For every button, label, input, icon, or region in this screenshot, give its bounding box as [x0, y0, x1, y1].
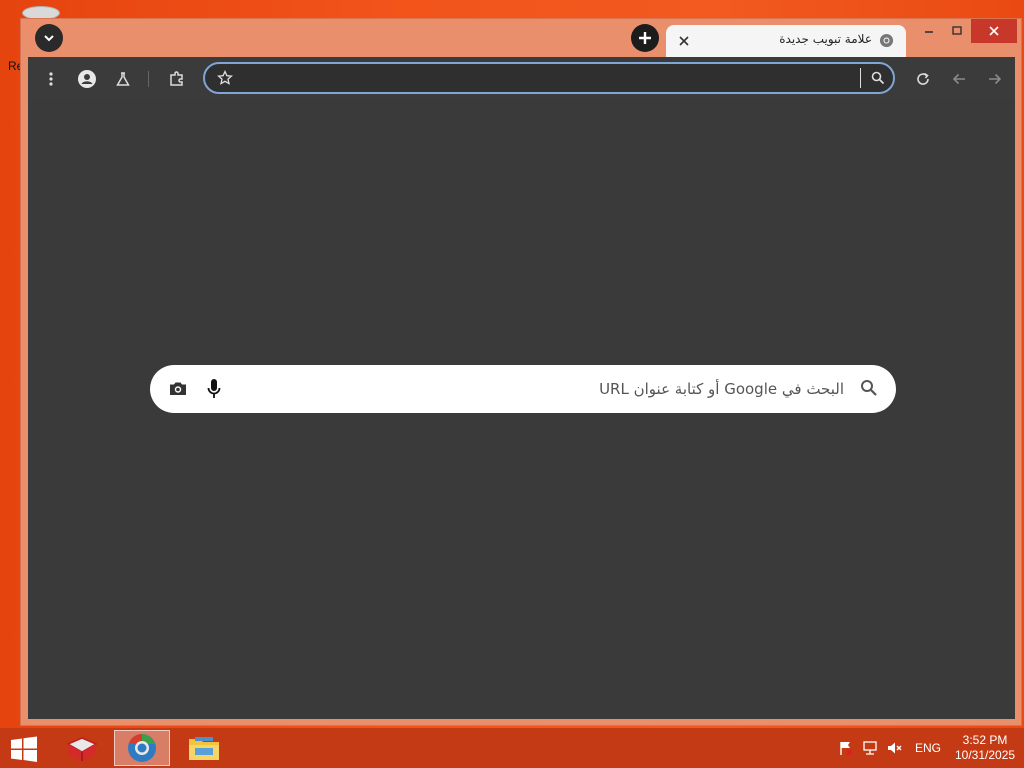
tab-close-button[interactable] [676, 33, 692, 49]
app-icon [66, 737, 98, 761]
text-caret [860, 68, 861, 88]
action-center-flag-icon[interactable] [838, 740, 854, 756]
tab-title: علامة تبويب جديدة [779, 32, 872, 46]
menu-icon [49, 72, 53, 86]
forward-icon [989, 73, 1002, 85]
chevron-down-icon [44, 35, 54, 42]
taskbar-file-explorer-button[interactable] [176, 730, 232, 766]
volume-muted-icon[interactable] [886, 740, 902, 756]
microphone-icon[interactable] [206, 378, 222, 400]
browser-window: علامة تبويب جديدة البحث في Google أو كتا… [20, 18, 1022, 726]
tab-new-tab[interactable]: علامة تبويب جديدة [666, 25, 906, 57]
toolbar-separator [148, 71, 149, 87]
title-bar: علامة تبويب جديدة [21, 19, 1021, 57]
minimize-button[interactable] [915, 19, 943, 43]
back-icon [952, 73, 965, 85]
bookmark-star-icon[interactable] [217, 70, 233, 86]
window-controls [915, 19, 1017, 43]
close-icon [989, 26, 999, 36]
close-icon [679, 36, 689, 46]
plus-icon [639, 32, 651, 44]
reload-button[interactable] [910, 66, 936, 92]
chrome-icon [879, 33, 894, 48]
menu-button[interactable] [38, 66, 64, 92]
clock-date: 10/31/2025 [955, 748, 1016, 762]
forward-button[interactable] [982, 66, 1008, 92]
browser-toolbar [28, 57, 1015, 101]
labs-icon [116, 72, 130, 86]
ntp-search-box[interactable]: البحث في Google أو كتابة عنوان URL [150, 365, 896, 413]
maximize-button[interactable] [943, 19, 971, 43]
system-clock[interactable]: 3:52 PM 10/31/2025 [955, 733, 1015, 763]
tab-search-button[interactable] [35, 24, 63, 52]
profile-icon [78, 70, 96, 88]
network-icon[interactable] [862, 740, 878, 756]
browser-icon [128, 734, 156, 762]
new-tab-button[interactable] [631, 24, 659, 52]
taskbar: ENG 3:52 PM 10/31/2025 [0, 728, 1024, 768]
profile-button[interactable] [74, 66, 100, 92]
minimize-icon [925, 31, 933, 33]
address-bar[interactable] [203, 62, 895, 94]
camera-icon[interactable] [168, 379, 188, 399]
extensions-icon [170, 71, 183, 86]
new-tab-page: البحث في Google أو كتابة عنوان URL [28, 101, 1015, 719]
search-placeholder: البحث في Google أو كتابة عنوان URL [599, 380, 844, 398]
file-explorer-icon [189, 737, 219, 760]
clock-time: 3:52 PM [962, 733, 1008, 747]
maximize-icon [952, 26, 962, 35]
close-window-button[interactable] [971, 19, 1017, 43]
labs-button[interactable] [110, 66, 136, 92]
input-language[interactable]: ENG [915, 741, 941, 755]
taskbar-browser-button[interactable] [114, 730, 170, 766]
taskbar-app-button[interactable] [54, 730, 110, 766]
extensions-button[interactable] [164, 66, 190, 92]
search-icon [871, 71, 885, 85]
search-icon [861, 380, 877, 396]
back-button[interactable] [946, 66, 972, 92]
windows-start-icon[interactable] [10, 736, 38, 762]
reload-icon [917, 72, 929, 85]
